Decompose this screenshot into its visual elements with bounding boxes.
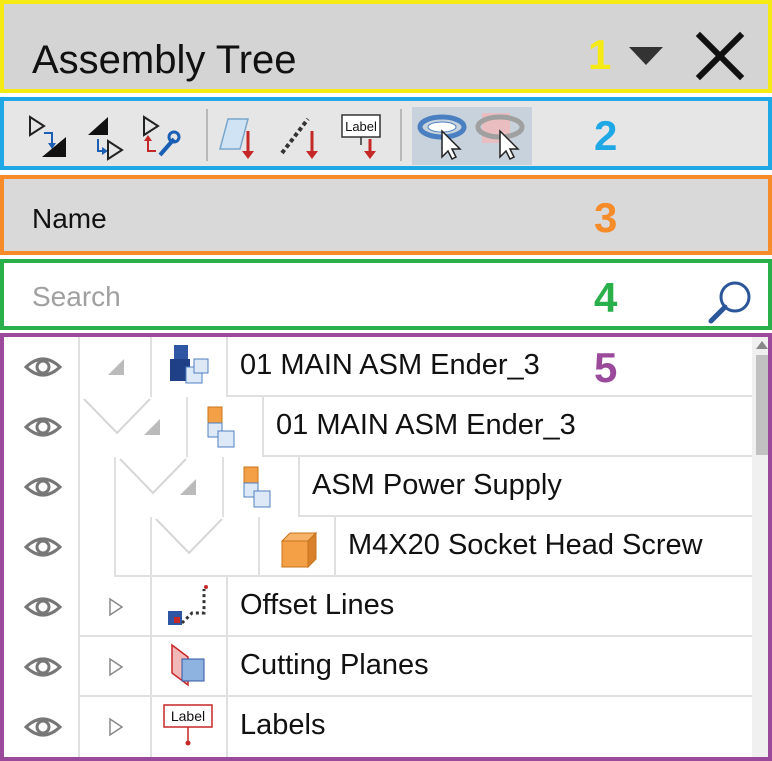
highlight-section-icon <box>475 113 525 161</box>
column-divider <box>226 337 228 397</box>
select-parent-icon <box>88 117 124 161</box>
column-divider <box>150 637 152 697</box>
close-icon[interactable] <box>694 30 746 82</box>
visibility-eye-icon[interactable] <box>24 715 62 739</box>
callout-4: 4 <box>594 274 618 321</box>
highlight-mode-icon <box>417 114 467 161</box>
callout-1: 1 <box>588 31 612 78</box>
select-child-button[interactable] <box>26 109 70 161</box>
select-child-icon <box>29 115 66 157</box>
select-properties-button[interactable] <box>138 109 182 161</box>
column-divider <box>334 517 336 577</box>
assembly-tree: 01 MAIN ASM Ender_3 5 01 MAIN ASM Ender_… <box>0 333 772 761</box>
offset-lines-icon <box>168 585 208 625</box>
select-parent-button[interactable] <box>82 109 126 161</box>
highlight-section-button[interactable] <box>474 109 526 161</box>
column-divider <box>222 457 224 517</box>
tree-row-label: 01 MAIN ASM Ender_3 <box>240 349 540 381</box>
column-divider <box>114 457 116 517</box>
subassembly-orange-icon <box>207 406 235 448</box>
visibility-eye-icon[interactable] <box>24 415 62 439</box>
panel-title: Assembly Tree <box>32 38 297 82</box>
tree-row[interactable]: Cutting Planes <box>4 637 752 697</box>
select-properties-icon <box>143 115 181 157</box>
tree-row-label: ASM Power Supply <box>312 469 562 501</box>
callout-5: 5 <box>594 344 618 391</box>
callout-2: 2 <box>594 112 618 159</box>
drop-label-icon-text: Label <box>345 119 377 134</box>
labels-icon-text: Label <box>171 708 205 724</box>
column-divider <box>226 577 228 637</box>
tree-row-label: Cutting Planes <box>240 649 429 681</box>
cutting-planes-icon <box>171 643 205 687</box>
title-bar: Assembly Tree 1 <box>0 0 772 93</box>
expanded-triangle-icon[interactable] <box>106 357 126 377</box>
drop-label-button[interactable]: Label <box>340 109 384 161</box>
labels-icon: Label <box>163 704 213 746</box>
tree-row[interactable]: M4X20 Socket Head Screw <box>4 517 752 577</box>
callout-3: 3 <box>594 194 618 241</box>
visibility-eye-icon[interactable] <box>24 475 62 499</box>
tree-row[interactable]: 01 MAIN ASM Ender_3 <box>4 397 752 457</box>
tree-connector <box>155 518 223 555</box>
search-bar: Search 4 <box>0 259 772 330</box>
column-divider <box>298 457 300 517</box>
tree-row-label: Offset Lines <box>240 589 395 621</box>
column-divider <box>150 337 152 397</box>
tree-row[interactable]: 01 MAIN ASM Ender_3 <box>4 337 752 397</box>
assembly-blue-icon <box>170 345 209 384</box>
search-icon[interactable] <box>705 277 755 327</box>
tree-row[interactable]: ASM Power Supply <box>4 457 752 517</box>
tree-row-label: Labels <box>240 709 326 741</box>
tree-row[interactable]: Offset Lines <box>4 577 752 637</box>
column-divider <box>226 637 228 697</box>
column-divider <box>262 397 264 457</box>
column-divider <box>226 697 228 757</box>
tree-row-label: 01 MAIN ASM Ender_3 <box>276 409 576 441</box>
tree-row[interactable]: Label Labels <box>4 697 752 757</box>
visibility-eye-icon[interactable] <box>24 595 62 619</box>
collapsed-triangle-icon[interactable] <box>106 657 126 677</box>
scrollbar-thumb[interactable] <box>756 355 768 455</box>
drop-offset-line-button[interactable] <box>278 109 322 161</box>
column-divider <box>150 577 152 637</box>
collapsed-triangle-icon[interactable] <box>106 597 126 617</box>
column-divider <box>150 517 152 577</box>
scroll-up-arrow-icon[interactable] <box>754 339 770 351</box>
expanded-triangle-icon[interactable] <box>142 417 162 437</box>
drop-plane-icon <box>219 118 254 159</box>
vertical-scrollbar[interactable] <box>752 337 770 757</box>
search-input[interactable]: Search <box>32 281 121 313</box>
toolbar-separator <box>400 109 402 161</box>
chevron-down-icon[interactable] <box>627 44 665 68</box>
expanded-triangle-icon[interactable] <box>178 477 198 497</box>
column-divider <box>186 397 188 457</box>
toolbar: Label 2 <box>0 97 772 170</box>
visibility-eye-icon[interactable] <box>24 535 62 559</box>
part-orange-icon <box>280 531 318 569</box>
column-header-name: Name <box>32 203 107 234</box>
drop-offset-line-icon <box>280 117 318 159</box>
column-divider <box>258 517 260 577</box>
drop-plane-button[interactable] <box>218 109 262 161</box>
visibility-eye-icon[interactable] <box>24 655 62 679</box>
column-divider <box>150 697 152 757</box>
highlight-mode-button[interactable] <box>416 109 468 161</box>
column-header[interactable]: Name 3 <box>0 175 772 255</box>
tree-row-label: M4X20 Socket Head Screw <box>348 529 703 561</box>
drop-label-icon: Label <box>341 114 381 159</box>
visibility-eye-icon[interactable] <box>24 355 62 379</box>
column-divider <box>114 517 116 577</box>
subassembly-orange-icon <box>243 466 271 508</box>
collapsed-triangle-icon[interactable] <box>106 717 126 737</box>
toolbar-separator <box>206 109 208 161</box>
